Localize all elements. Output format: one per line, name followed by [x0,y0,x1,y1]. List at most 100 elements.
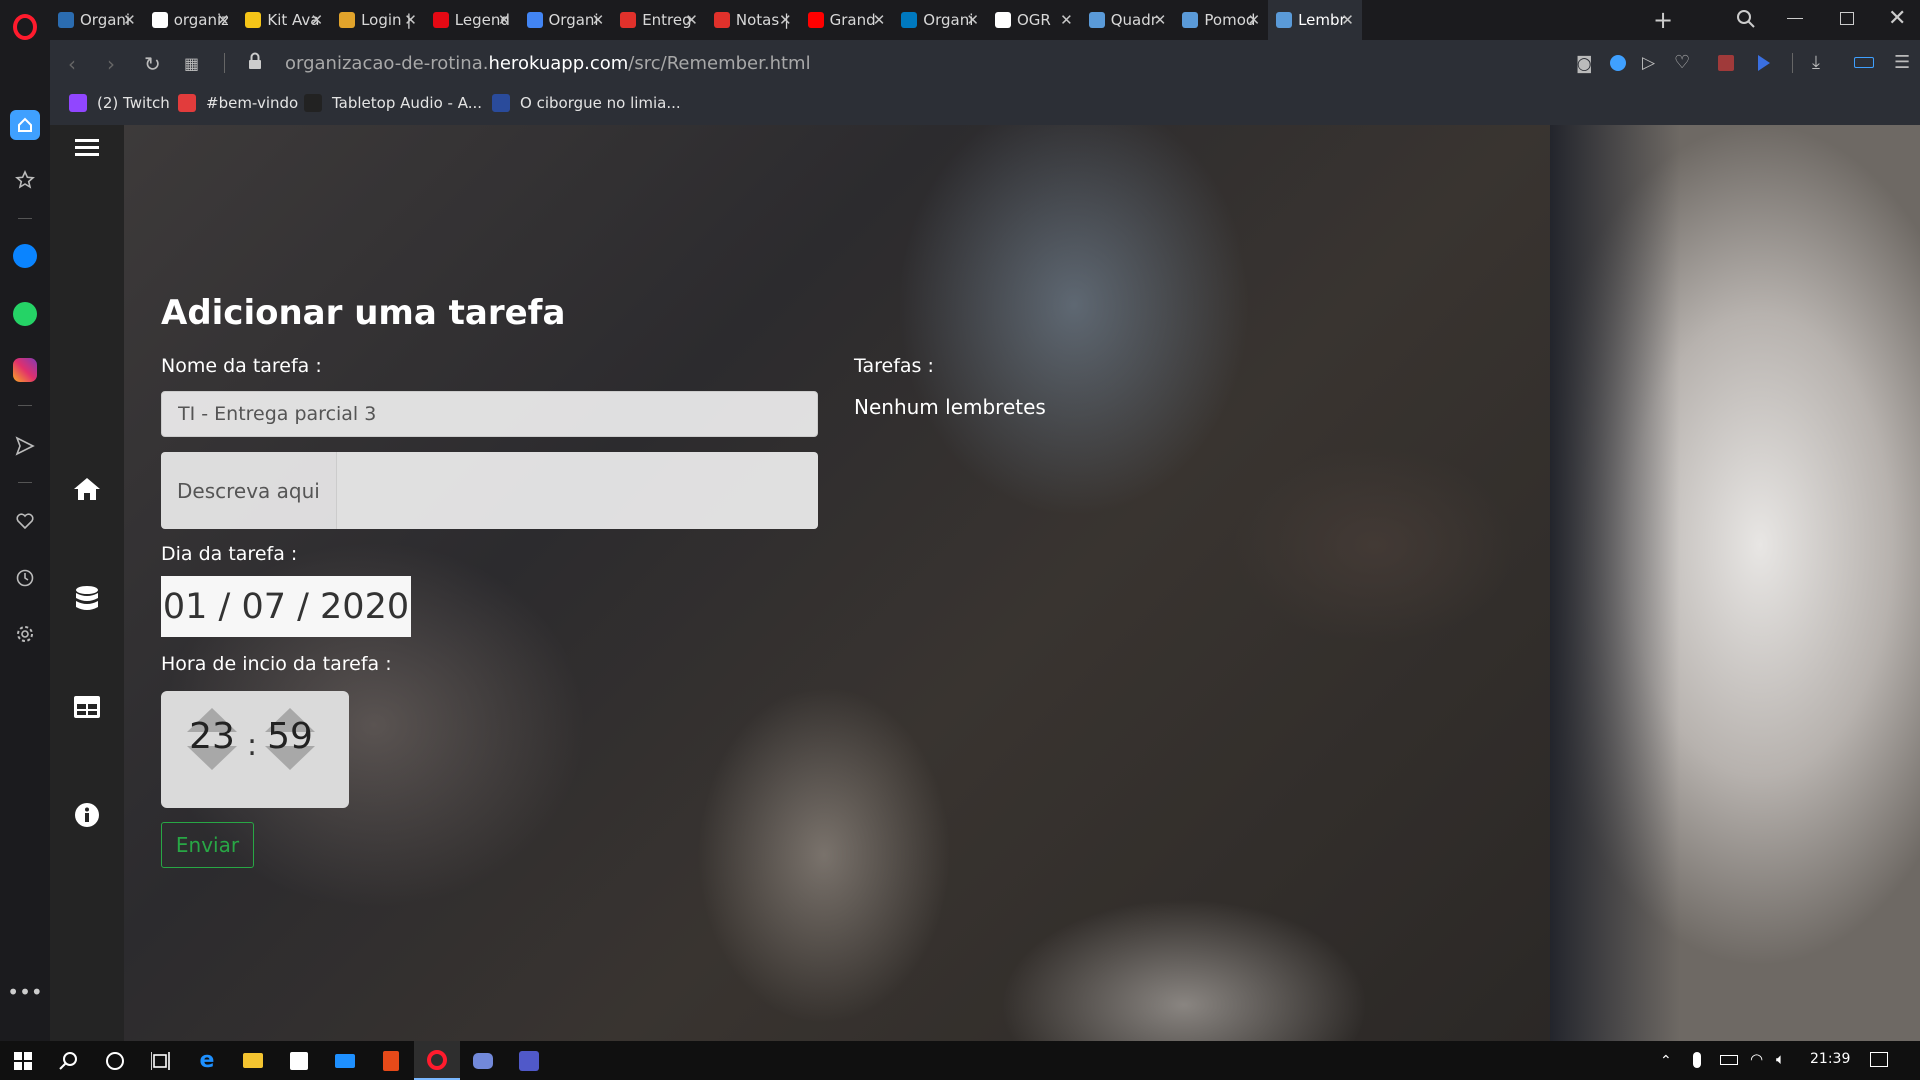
back-icon[interactable]: ‹ [68,52,76,76]
minimize-button[interactable] [1787,18,1803,19]
opera-taskbar-icon[interactable] [414,1041,460,1080]
bookmark-item[interactable]: #bem-vindo [178,94,298,112]
bookmarks-star-icon[interactable] [0,162,50,198]
settings-gear-icon[interactable] [0,616,50,652]
tab-close-icon[interactable]: ✕ [966,11,979,29]
tab-close-icon[interactable]: ✕ [217,11,230,29]
tab-close-icon[interactable]: ✕ [1248,11,1261,29]
heart-icon[interactable] [0,503,50,539]
task-view-icon[interactable] [138,1041,184,1080]
tab-11[interactable]: Quadr ✕ [1081,0,1175,40]
forward-icon[interactable]: › [107,52,115,76]
sidebar-divider [18,218,32,219]
more-options-icon[interactable]: ••• [0,974,50,1010]
snapshot-camera-icon[interactable]: ◙ [1576,54,1593,74]
extension-cube-icon[interactable] [1718,55,1734,71]
tab-close-icon[interactable]: ✕ [404,11,417,29]
lock-icon[interactable] [248,52,262,74]
description-group: Descreva aqui [161,452,818,529]
teams-icon[interactable] [506,1041,552,1080]
instagram-icon[interactable] [0,352,50,388]
office-icon[interactable] [368,1041,414,1080]
url-field[interactable]: organizacao-de-rotina.herokuapp.com/src/… [285,53,811,74]
tab-close-icon[interactable]: ✕ [779,11,792,29]
tab-grid-icon[interactable]: ▦ [184,54,199,73]
tab-4[interactable]: Legend ✕ [425,0,519,40]
tab-close-icon[interactable]: ✕ [1060,11,1073,29]
send-icon[interactable]: ▷ [1642,53,1655,73]
tab-close-icon[interactable]: ✕ [498,11,511,29]
notifications-icon[interactable] [1870,1052,1888,1067]
messenger-icon[interactable] [0,238,50,274]
discord-icon[interactable] [460,1041,506,1080]
windows-start-icon[interactable] [0,1041,46,1080]
easy-setup-icon[interactable]: ☰ [1894,52,1910,73]
restore-button[interactable] [1840,12,1854,25]
submit-button[interactable]: Enviar [161,822,254,868]
taskbar-clock[interactable]: 21:39 [1810,1051,1850,1067]
mail-icon[interactable] [322,1041,368,1080]
speed-dial-icon[interactable] [0,107,50,143]
close-window-button[interactable]: ✕ [1888,6,1906,31]
wifi-icon[interactable]: ◠ [1750,1050,1763,1068]
file-explorer-icon[interactable] [230,1041,276,1080]
search-tabs-icon[interactable] [1736,9,1756,33]
page-title: Adicionar uma tarefa [161,293,566,333]
tab-7[interactable]: Notas | ✕ [706,0,800,40]
tab-close-icon[interactable]: ✕ [1154,11,1167,29]
minute-spinner[interactable]: 59 [259,691,321,770]
tabletop-icon [304,94,322,112]
bookmark-item[interactable]: O ciborgue no limia... [492,94,681,112]
bookmark-item[interactable]: Tabletop Audio - A... [304,94,482,112]
tab-13[interactable]: Lembr ✕ [1268,0,1362,40]
tab-close-icon[interactable]: ✕ [1341,11,1354,29]
volume-icon[interactable]: 🔈︎ [1776,1050,1785,1068]
tab-9[interactable]: Organi ✕ [893,0,987,40]
tab-3[interactable]: Login | ✕ [331,0,425,40]
hour-spinner[interactable]: 23 [181,691,243,770]
battery-saver-icon[interactable] [1854,57,1874,68]
info-icon[interactable] [50,793,124,837]
task-name-input[interactable] [161,391,818,437]
task-date-input[interactable]: 01 / 07 / 2020 [161,576,411,637]
tab-0[interactable]: Organi ✕ [50,0,144,40]
tab-strip: Organi ✕ organiz ✕ Kit Ava ✕ Login | ✕ Legend ✕ Or… [50,0,1920,40]
tab-close-icon[interactable]: ✕ [592,11,605,29]
history-clock-icon[interactable] [0,560,50,596]
new-tab-button[interactable]: + [1653,6,1673,34]
store-icon[interactable] [276,1041,322,1080]
tab-5[interactable]: Organi ✕ [519,0,613,40]
tab-12[interactable]: Pomod ✕ [1174,0,1268,40]
tab-2[interactable]: Kit Ava ✕ [237,0,331,40]
home-icon[interactable] [50,467,124,511]
table-icon[interactable] [50,685,124,729]
opera-logo-icon[interactable] [13,14,37,40]
whatsapp-icon[interactable] [0,296,50,332]
extension-play-icon[interactable] [1758,55,1770,71]
battery-icon[interactable] [1720,1055,1738,1065]
search-icon[interactable] [46,1041,92,1080]
bookmark-label: Tabletop Audio - A... [332,94,483,112]
edge-browser-icon[interactable]: e [184,1041,230,1080]
database-icon[interactable] [50,577,124,621]
tab-1[interactable]: organiz ✕ [144,0,238,40]
tab-8[interactable]: Grand ✕ [800,0,894,40]
microphone-icon[interactable] [1693,1052,1701,1068]
vpn-shield-icon[interactable] [1610,55,1626,71]
hamburger-menu-icon[interactable] [50,125,124,169]
reload-icon[interactable]: ↻ [144,52,161,76]
tab-close-icon[interactable]: ✕ [123,11,136,29]
heart-bookmark-icon[interactable]: ♡ [1674,52,1690,73]
tab-10[interactable]: OGR ✕ [987,0,1081,40]
flow-send-icon[interactable] [0,428,50,464]
tab-close-icon[interactable]: ✕ [873,11,886,29]
download-icon[interactable]: ⤓ [1812,52,1820,73]
ring-icon [713,12,730,28]
tab-close-icon[interactable]: ✕ [685,11,698,29]
cortana-icon[interactable] [92,1041,138,1080]
tab-6[interactable]: Entreg ✕ [612,0,706,40]
tab-close-icon[interactable]: ✕ [311,11,324,29]
description-textarea[interactable] [337,452,818,529]
tray-chevron-up-icon[interactable]: ⌃ [1660,1053,1672,1069]
bookmark-item[interactable]: (2) Twitch [69,94,170,112]
